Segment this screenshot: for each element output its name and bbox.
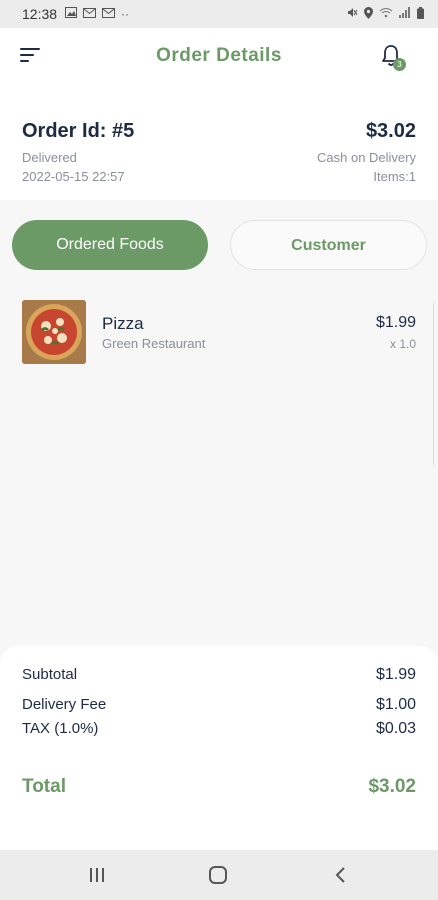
status-time: 12:38 [22, 6, 58, 22]
order-info-card: Order Id: #5 Delivered 2022-05-15 22:57 … [0, 102, 438, 200]
list-item[interactable]: Pizza Green Restaurant $1.99 x 1.0 [0, 300, 438, 370]
order-date: 2022-05-15 22:57 [22, 169, 125, 184]
image-icon [65, 7, 78, 21]
total-value: $3.02 [368, 776, 416, 797]
payment-method: Cash on Delivery [317, 150, 416, 165]
location-icon [364, 6, 373, 22]
status-bar: 12:38 ·· [0, 0, 438, 28]
items-count: Items:1 [373, 169, 416, 184]
pizza-image [22, 300, 86, 364]
scroll-edge[interactable] [433, 300, 438, 468]
tab-customer[interactable]: Customer [230, 220, 427, 270]
food-name: Pizza [102, 314, 144, 333]
tax-value: $0.03 [375, 720, 416, 737]
total-label: Total [22, 776, 66, 797]
tab-ordered-foods[interactable]: Ordered Foods [12, 220, 208, 270]
page-title: Order Details [156, 45, 282, 66]
food-quantity: x 1.0 [389, 337, 416, 351]
mail-icon [102, 7, 116, 21]
order-summary: Subtotal $1.99 Delivery Fee $1.00 TAX (1… [0, 646, 438, 850]
order-total: $3.02 [365, 120, 416, 142]
signal-icon [399, 7, 411, 21]
status-right-icons [347, 6, 424, 22]
order-status: Delivered [22, 150, 77, 165]
mute-icon [347, 7, 358, 21]
food-price: $1.99 [375, 314, 416, 331]
system-nav-bar [0, 850, 438, 900]
status-left-icons: ·· [65, 7, 129, 21]
notification-badge: 3 [393, 58, 406, 71]
home-icon[interactable] [207, 864, 233, 886]
back-icon[interactable] [330, 864, 356, 886]
delivery-fee-label: Delivery Fee [22, 696, 107, 713]
subtotal-label: Subtotal [22, 666, 78, 683]
battery-icon [417, 6, 424, 22]
app-bar: Order Details 3 [0, 28, 438, 102]
subtotal-value: $1.99 [375, 666, 416, 683]
delivery-fee-value: $1.00 [375, 696, 416, 713]
order-id: Order Id: #5 [22, 120, 135, 142]
recent-apps-icon[interactable] [86, 864, 112, 886]
more-icon: ·· [121, 7, 130, 21]
tax-label: TAX (1.0%) [22, 720, 99, 737]
mail-icon [83, 7, 97, 21]
wifi-icon [379, 7, 393, 21]
food-restaurant: Green Restaurant [102, 336, 206, 351]
